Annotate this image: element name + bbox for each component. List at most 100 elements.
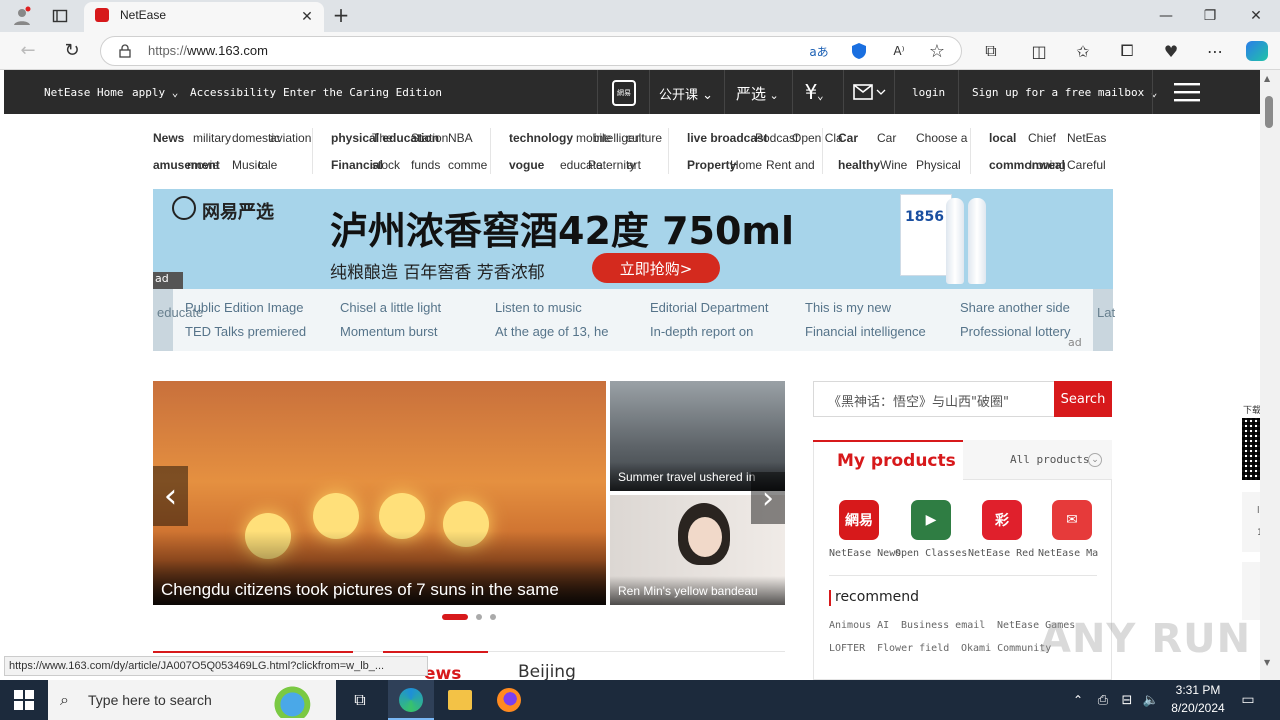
yanxuan-menu[interactable]: 严选 ⌄ [736, 83, 779, 104]
nav-item[interactable]: NetEas [1067, 131, 1106, 145]
recommend-item[interactable]: Business email [901, 620, 985, 631]
new-tab-button[interactable]: + [330, 3, 352, 27]
scroll-up-icon[interactable]: ▲ [1264, 74, 1270, 83]
page-scrollbar[interactable] [1260, 70, 1280, 680]
read-aloud-icon[interactable]: A⁾ [888, 42, 910, 60]
open-course-menu[interactable]: 公开课 ⌄ [659, 84, 713, 103]
search-button[interactable]: Search [1054, 381, 1112, 417]
carousel-dot[interactable] [490, 614, 496, 620]
qr-code-icon[interactable] [1242, 418, 1262, 480]
link-item[interactable]: Editorial Department [650, 300, 769, 315]
recommend-item[interactable]: Okami Community [961, 643, 1051, 654]
chevron-up-icon[interactable]: ⌃ [1070, 690, 1086, 710]
performance-icon[interactable]: ♥ [1160, 40, 1182, 62]
hamburger-menu-icon[interactable] [1174, 82, 1200, 106]
news-app-icon[interactable]: 網易 [612, 80, 636, 106]
clock-date[interactable]: 8/20/2024 [1166, 701, 1230, 715]
nav-item[interactable]: Car [877, 131, 896, 145]
lottery-menu-icon[interactable]: ¥⌄ [805, 80, 824, 104]
ad-buy-button[interactable]: 立即抢购> [592, 253, 720, 283]
link-item[interactable]: This is my new [805, 300, 891, 315]
nav-item[interactable]: NBA [448, 131, 473, 145]
close-window-icon[interactable]: ✕ [1246, 6, 1266, 26]
product-app-label[interactable]: NetEase Ma [1038, 548, 1098, 559]
lock-icon[interactable] [117, 42, 133, 60]
link-item[interactable]: Share another side [960, 300, 1070, 315]
split-screen-icon[interactable]: ◫ [1028, 40, 1050, 62]
shield-extension-icon[interactable] [848, 40, 870, 62]
nav-item[interactable]: funds [411, 158, 440, 172]
product-app-icon[interactable]: 網易 [839, 500, 879, 540]
product-app-icon[interactable]: 彩 [982, 500, 1022, 540]
nav-item[interactable]: Ironing [1029, 158, 1066, 172]
windows-start-icon[interactable] [14, 690, 34, 714]
product-app-label[interactable]: NetEase Red [968, 548, 1034, 559]
link-item[interactable]: Listen to music [495, 300, 582, 315]
nav-item[interactable]: Open Cla [792, 131, 843, 145]
favorites-icon[interactable]: ✩ [1072, 40, 1094, 62]
link-item[interactable]: Public Edition Image [185, 300, 304, 315]
side-widget[interactable] [1242, 492, 1260, 552]
thumb1-caption[interactable]: Summer travel ushered in [618, 470, 755, 484]
nav-item[interactable]: tale [258, 158, 277, 172]
nav-item[interactable]: Rent and [766, 158, 815, 172]
mail-menu-icon[interactable] [853, 84, 887, 104]
signup-mailbox-link[interactable]: Sign up for a free mailbox ⌄ [972, 86, 1157, 99]
favorite-star-icon[interactable]: ☆ [926, 40, 948, 62]
all-products-link[interactable]: All products [1010, 453, 1089, 466]
nav-head[interactable]: Property [687, 158, 736, 172]
nav-head[interactable]: Car [838, 131, 858, 145]
links-prev-tab[interactable] [153, 289, 173, 351]
link-item[interactable]: Chisel a little light [340, 300, 441, 315]
nav-head[interactable]: local [989, 131, 1016, 145]
nav-head[interactable]: News [153, 131, 184, 145]
links-next-tab[interactable] [1093, 289, 1113, 351]
minimize-icon[interactable]: — [1156, 6, 1176, 26]
hero-image[interactable] [153, 381, 606, 605]
nav-item[interactable]: Careful [1067, 158, 1106, 172]
carousel-prev-button[interactable]: ‹ [153, 466, 188, 526]
tab-actions-icon[interactable] [50, 6, 70, 26]
profile-icon[interactable] [10, 4, 34, 28]
task-view-icon[interactable]: ⧉ [348, 688, 372, 712]
extensions-icon[interactable]: ⧉ [980, 40, 1002, 62]
carousel-dot[interactable] [476, 614, 482, 620]
link-item[interactable]: In-depth report on [650, 324, 753, 339]
link-item[interactable]: Financial intelligence [805, 324, 926, 339]
apply-menu[interactable]: apply ⌄ [132, 86, 178, 99]
login-link[interactable]: login [912, 86, 945, 99]
nav-item[interactable]: Station [411, 131, 448, 145]
volume-icon[interactable]: 🔈 [1142, 690, 1160, 710]
hero-caption[interactable]: Chengdu citizens took pictures of 7 suns… [161, 580, 559, 600]
nav-item[interactable]: stock [372, 158, 400, 172]
recommend-item[interactable]: LOFTER [829, 643, 865, 654]
nav-head[interactable]: healthy [838, 158, 880, 172]
product-app-label[interactable]: Open Classes [895, 548, 967, 559]
nav-item[interactable]: Wine [880, 158, 907, 172]
nav-head[interactable]: vogue [509, 158, 544, 172]
thumb2-caption[interactable]: Ren Min's yellow bandeau [618, 584, 758, 598]
nav-item[interactable]: military [193, 131, 231, 145]
close-tab-icon[interactable]: ✕ [298, 8, 316, 26]
device-icon[interactable]: ⎙ [1094, 690, 1112, 710]
nav-item[interactable]: art [627, 158, 641, 172]
network-icon[interactable]: ⊟ [1118, 690, 1136, 710]
my-products-title[interactable]: My products [837, 451, 956, 471]
product-app-label[interactable]: NetEase News [829, 548, 901, 559]
product-app-icon[interactable]: ✉ [1052, 500, 1092, 540]
caring-edition-link[interactable]: Enter the Caring Edition [283, 86, 442, 99]
chevron-down-icon[interactable]: ⌄ [1088, 453, 1102, 467]
link-item[interactable]: At the age of 13, he [495, 324, 608, 339]
translate-icon[interactable]: aあ [808, 42, 830, 60]
scroll-down-icon[interactable]: ▼ [1264, 658, 1270, 667]
search-input[interactable]: 《黑神话：悟空》与山西"破圈" [813, 381, 1054, 417]
back-icon[interactable]: ← [18, 40, 38, 61]
notification-icon[interactable]: ▭ [1238, 690, 1258, 710]
refresh-icon[interactable]: ↻ [62, 40, 82, 61]
more-menu-icon[interactable]: ⋯ [1204, 40, 1226, 62]
carousel-dot-active[interactable] [442, 614, 468, 620]
recommend-item[interactable]: Flower field [877, 643, 949, 654]
link-item[interactable]: Professional lottery [960, 324, 1071, 339]
tab-beijing[interactable]: Beijing [518, 662, 576, 682]
firefox-icon[interactable] [497, 688, 521, 712]
